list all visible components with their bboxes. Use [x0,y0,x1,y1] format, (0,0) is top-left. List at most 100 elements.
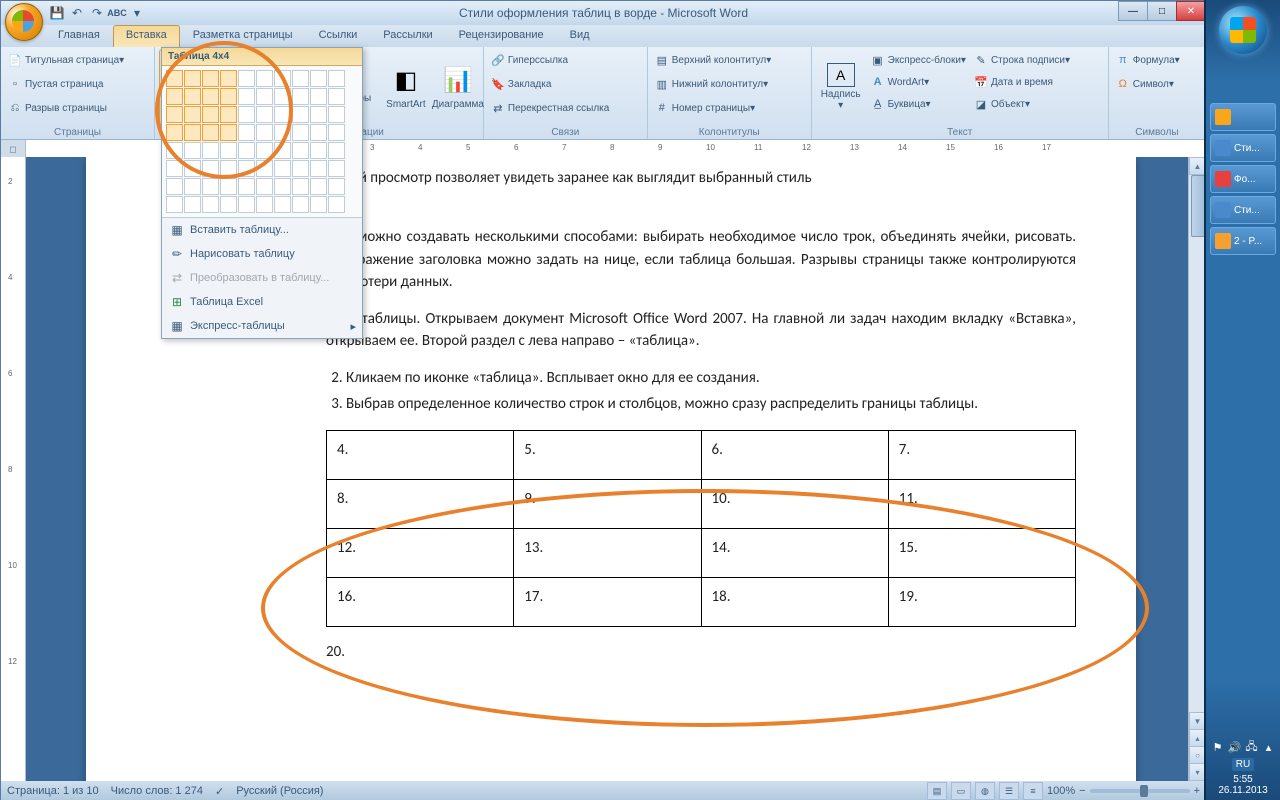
grid-cell[interactable] [292,196,309,213]
grid-cell[interactable] [166,70,183,87]
table-cell[interactable]: 6. [701,430,888,479]
grid-cell[interactable] [238,70,255,87]
dropcap-button[interactable]: A̲Буквица ▾ [868,93,969,115]
blank-page-button[interactable]: ▫Пустая страница [5,73,106,95]
tray-volume-icon[interactable]: 🔊 [1228,740,1242,754]
view-print-layout[interactable]: ▤ [927,782,947,800]
grid-cell[interactable] [256,88,273,105]
qat-customize-icon[interactable]: ▾ [129,5,145,21]
grid-cell[interactable] [220,196,237,213]
hyperlink-button[interactable]: 🔗Гиперссылка [488,49,571,71]
insert-table-item[interactable]: ▦Вставить таблицу... [162,218,362,242]
grid-cell[interactable] [328,88,345,105]
grid-cell[interactable] [292,106,309,123]
view-web[interactable]: ◍ [975,782,995,800]
header-button[interactable]: ▤Верхний колонтитул ▾ [652,49,775,71]
grid-cell[interactable] [328,70,345,87]
taskbar-item[interactable] [1210,103,1276,131]
status-zoom[interactable]: 100% [1047,785,1075,797]
taskbar-item[interactable]: 2 - P... [1210,227,1276,255]
grid-cell[interactable] [220,70,237,87]
grid-cell[interactable] [220,124,237,141]
quick-tables-item[interactable]: ▦Экспресс-таблицы▸ [162,314,362,338]
grid-cell[interactable] [292,160,309,177]
office-button[interactable] [5,3,43,41]
grid-cell[interactable] [328,106,345,123]
table-cell[interactable]: 13. [514,528,701,577]
grid-cell[interactable] [184,178,201,195]
grid-cell[interactable] [274,178,291,195]
excel-table-item[interactable]: ⊞Таблица Excel [162,290,362,314]
grid-cell[interactable] [238,88,255,105]
grid-cell[interactable] [238,196,255,213]
tray-chevron-icon[interactable]: ▴ [1262,740,1276,754]
grid-cell[interactable] [256,124,273,141]
page-break-button[interactable]: ⎌Разрыв страницы [5,97,110,119]
grid-cell[interactable] [274,160,291,177]
grid-cell[interactable] [328,160,345,177]
grid-cell[interactable] [256,196,273,213]
grid-cell[interactable] [166,142,183,159]
grid-cell[interactable] [328,196,345,213]
tab-page-layout[interactable]: Разметка страницы [180,25,306,47]
grid-cell[interactable] [220,106,237,123]
tab-home[interactable]: Главная [45,25,113,47]
tab-mailings[interactable]: Рассылки [370,25,445,47]
textbox-button[interactable]: AНадпись▾ [816,49,866,125]
equation-button[interactable]: πФормула ▾ [1113,49,1183,71]
grid-cell[interactable] [202,196,219,213]
save-icon[interactable]: 💾 [49,5,65,21]
grid-cell[interactable] [310,142,327,159]
tray-time[interactable]: 5:55 [1206,774,1280,785]
grid-cell[interactable] [274,70,291,87]
grid-cell[interactable] [256,178,273,195]
grid-cell[interactable] [292,142,309,159]
cover-page-button[interactable]: 📄Титульная страница ▾ [5,49,127,71]
grid-cell[interactable] [202,88,219,105]
grid-cell[interactable] [184,124,201,141]
grid-cell[interactable] [310,124,327,141]
table-cell[interactable]: 10. [701,479,888,528]
grid-cell[interactable] [310,106,327,123]
grid-cell[interactable] [238,106,255,123]
grid-cell[interactable] [238,124,255,141]
grid-cell[interactable] [166,178,183,195]
grid-cell[interactable] [310,196,327,213]
grid-cell[interactable] [238,178,255,195]
grid-cell[interactable] [184,196,201,213]
pagenum-button[interactable]: #Номер страницы ▾ [652,97,758,119]
zoom-slider[interactable] [1090,789,1190,793]
document-text[interactable]: льный просмотр позволяет увидеть заранее… [326,167,1076,663]
table-cell[interactable]: 9. [514,479,701,528]
status-spellcheck-icon[interactable]: ✓ [215,785,224,798]
spellcheck-icon[interactable]: ABC [109,5,125,21]
view-draft[interactable]: ≡ [1023,782,1043,800]
view-outline[interactable]: ☰ [999,782,1019,800]
grid-cell[interactable] [274,106,291,123]
document-table[interactable]: 4.5.6.7.8.9.10.11.12.13.14.15.16.17.18.1… [326,430,1076,627]
grid-cell[interactable] [274,196,291,213]
tab-review[interactable]: Рецензирование [446,25,557,47]
taskbar-item[interactable]: Сти... [1210,134,1276,162]
tray-language[interactable]: RU [1232,758,1254,771]
table-cell[interactable]: 5. [514,430,701,479]
chart-button[interactable]: 📊Диаграмма [433,49,483,125]
draw-table-item[interactable]: ✏Нарисовать таблицу [162,242,362,266]
grid-cell[interactable] [184,70,201,87]
grid-cell[interactable] [202,142,219,159]
grid-cell[interactable] [274,142,291,159]
grid-cell[interactable] [184,106,201,123]
grid-cell[interactable] [310,160,327,177]
zoom-out-icon[interactable]: − [1079,785,1085,797]
signature-button[interactable]: ✎Строка подписи ▾ [971,49,1073,71]
grid-cell[interactable] [310,88,327,105]
grid-cell[interactable] [166,106,183,123]
grid-cell[interactable] [220,142,237,159]
start-button[interactable] [1219,6,1267,54]
tray-date[interactable]: 26.11.2013 [1206,785,1280,796]
tray-network-icon[interactable]: 🖧 [1245,740,1259,754]
tab-view[interactable]: Вид [557,25,603,47]
grid-cell[interactable] [256,160,273,177]
taskbar-item[interactable]: Фо... [1210,165,1276,193]
undo-icon[interactable]: ↶ [69,5,85,21]
